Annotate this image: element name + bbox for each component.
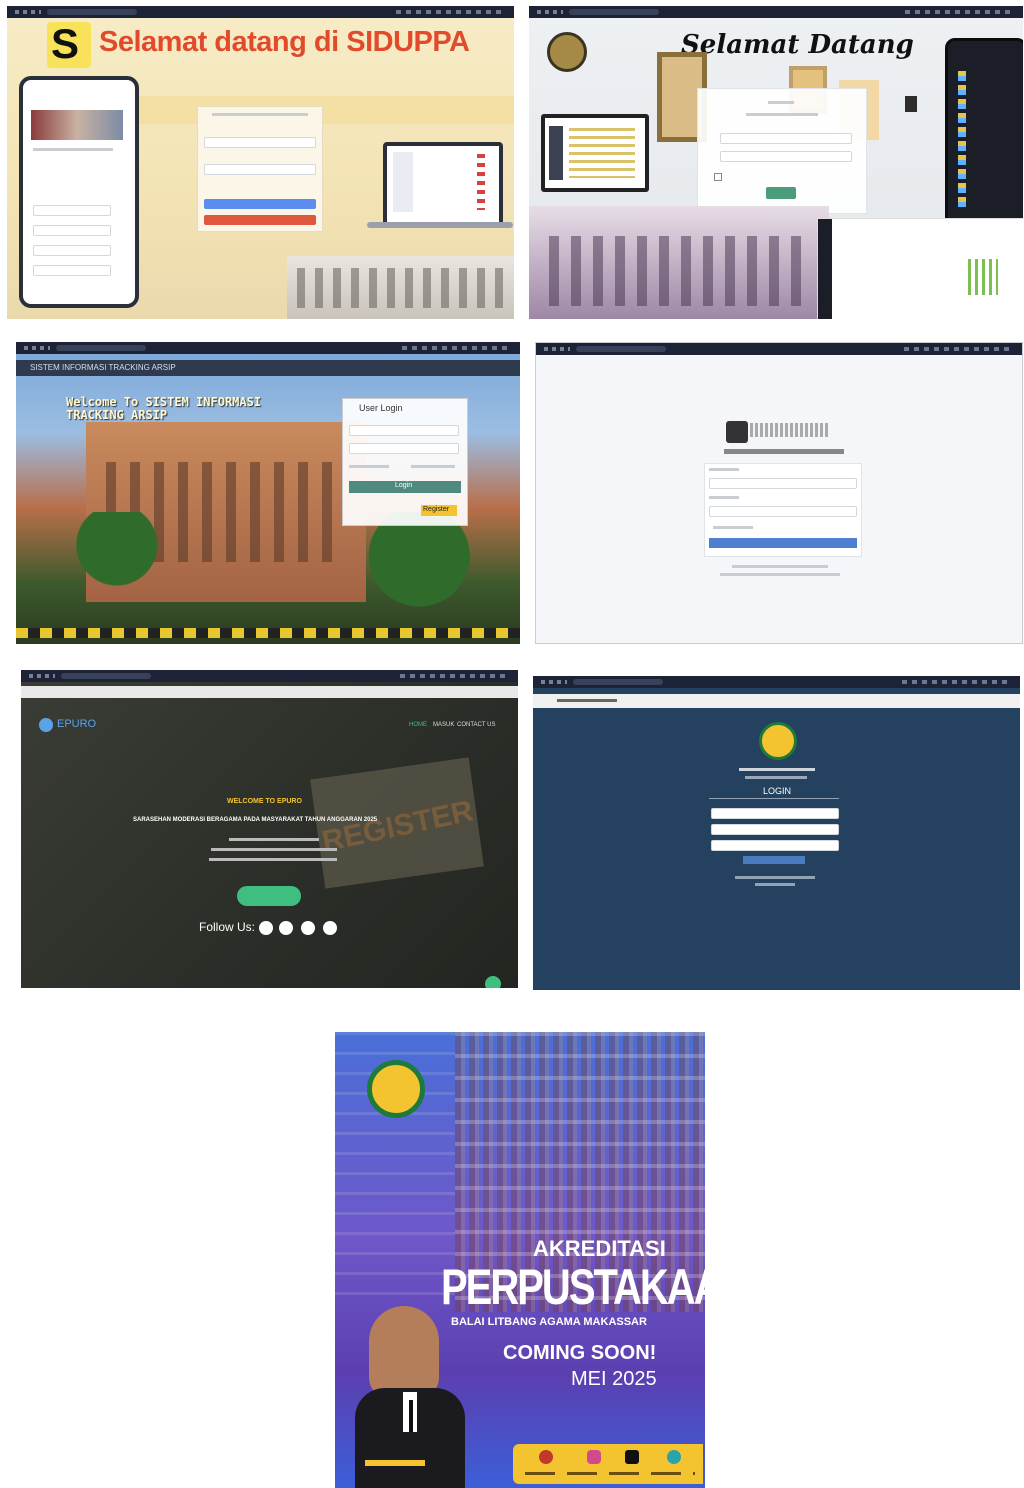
kemenag-emblem-icon	[367, 1060, 425, 1118]
poster-line-institution: BALAI LITBANG AGAMA MAKASSAR	[451, 1316, 647, 1328]
poster-line-perpustakaan: PERPUSTAKAAN	[441, 1260, 705, 1315]
password-input[interactable]	[709, 506, 857, 517]
emblem-icon	[547, 32, 587, 72]
app-header-title: SISTEM INFORMASI TRACKING ARSIP	[30, 363, 176, 372]
logo-icon	[39, 718, 53, 732]
screenshot-selamat-datang: Selamat Datang	[529, 6, 1023, 319]
screenshot-login-plain	[535, 342, 1023, 644]
website-icon	[539, 1450, 553, 1464]
browser-toolbar	[536, 343, 1022, 355]
nav-masuk[interactable]: MASUK	[433, 722, 454, 728]
login-heading: LOGIN	[763, 786, 792, 796]
facebook-icon[interactable]	[259, 921, 273, 935]
screenshot-siduppa: S Selamat datang di SIDUPPA	[7, 6, 514, 319]
nav-home[interactable]: HOME	[409, 722, 427, 728]
screenshot-login-navy: LOGIN	[533, 676, 1020, 990]
browser-toolbar	[21, 670, 518, 682]
announcement-poster: AKREDITASI PERPUSTAKAAN BALAI LITBANG AG…	[335, 1032, 705, 1488]
logo-letter: S	[51, 20, 80, 67]
login-button[interactable]	[766, 187, 796, 199]
login-button-label: Login	[395, 482, 413, 489]
login-card	[697, 88, 867, 214]
building-image	[529, 206, 829, 319]
password-input[interactable]	[720, 151, 852, 162]
scroll-top-button[interactable]	[485, 976, 501, 988]
laptop-mockup	[541, 114, 649, 192]
browser-toolbar	[529, 6, 1023, 18]
poster-line-akreditasi: AKREDITASI	[533, 1236, 666, 1261]
register-button[interactable]	[204, 215, 316, 225]
browser-toolbar	[533, 676, 1020, 688]
screenshot-epuro: EPURO HOME MASUK CONTACT US REGISTER WEL…	[21, 670, 518, 988]
laptop-mockup	[383, 142, 503, 226]
page-title: Selamat Datang	[681, 30, 914, 60]
welcome-heading: WELCOME TO EPURO	[227, 798, 302, 805]
login-button[interactable]	[743, 856, 805, 864]
sign-in-button[interactable]	[204, 199, 316, 209]
username-input[interactable]	[204, 137, 316, 148]
browser-toolbar	[16, 342, 520, 354]
login-button[interactable]	[709, 538, 857, 548]
login-card	[704, 463, 862, 557]
follow-us-label: Follow Us:	[199, 920, 256, 934]
phone-mockup	[945, 38, 1023, 244]
register-button-label: Register	[423, 506, 450, 513]
dashboard-screenshot	[817, 218, 1023, 319]
brand-name: EPURO	[57, 718, 97, 730]
instagram-icon[interactable]	[301, 921, 315, 935]
page-title: Selamat datang di SIDUPPA	[99, 26, 470, 58]
welcome-text: Welcome To SISTEM INFORMASI TRACKING ARS…	[66, 395, 262, 422]
logo-wordmark	[750, 423, 830, 437]
password-input[interactable]	[204, 164, 316, 175]
nav-contact[interactable]: CONTACT US	[457, 722, 495, 728]
tiktok-icon	[625, 1450, 639, 1464]
kemenag-emblem-icon	[759, 722, 797, 760]
login-box: User Login Login Register	[342, 398, 468, 526]
browser-toolbar	[7, 6, 514, 18]
event-headline: SARASEHAN MODERASI BERAGAMA PADA MASYARA…	[133, 817, 378, 823]
screenshot-tracking-arsip: SISTEM INFORMASI TRACKING ARSIP Welcome …	[16, 342, 520, 644]
username-input[interactable]	[349, 425, 459, 436]
username-input[interactable]	[709, 478, 857, 489]
password-input[interactable]	[711, 824, 839, 835]
youtube-icon[interactable]	[323, 921, 337, 935]
instagram-icon	[587, 1450, 601, 1464]
login-title: User Login	[359, 403, 403, 413]
password-input[interactable]	[349, 443, 459, 454]
login-form	[197, 106, 323, 232]
person-photo	[369, 1306, 439, 1398]
poster-line-date: MEI 2025	[571, 1368, 657, 1390]
register-button[interactable]	[237, 886, 301, 906]
poster-line-coming-soon: COMING SOON!	[503, 1342, 657, 1364]
phone-mockup	[19, 76, 139, 308]
remember-checkbox[interactable]	[714, 173, 722, 181]
lamp-icon	[905, 96, 917, 112]
building-image	[287, 256, 514, 319]
name-caption	[365, 1460, 425, 1466]
logo-icon	[726, 421, 748, 443]
username-input[interactable]	[711, 808, 839, 819]
palm-trees	[16, 512, 520, 622]
captcha-input[interactable]	[711, 840, 839, 851]
username-input[interactable]	[720, 133, 852, 144]
twitter-icon[interactable]	[279, 921, 293, 935]
whatsapp-icon	[667, 1450, 681, 1464]
